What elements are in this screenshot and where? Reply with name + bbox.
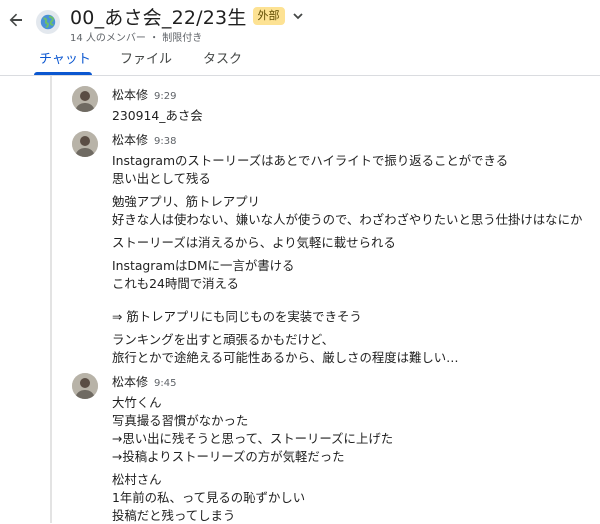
space-title: 00_あさ会_22/23生 bbox=[70, 6, 247, 29]
globe-icon bbox=[36, 10, 60, 34]
tab-tasks[interactable]: タスク bbox=[203, 48, 242, 67]
message-text: これも24時間で消える bbox=[112, 276, 239, 291]
message-text: 旅行とかで途絶える可能性あるから、厳しさの程度は難しい… bbox=[112, 350, 459, 365]
tab-chat[interactable]: チャット bbox=[39, 48, 91, 67]
message-text: 松村さん bbox=[112, 472, 162, 487]
tab-bar: チャット ファイル タスク bbox=[0, 44, 600, 76]
message-time: 9:29 bbox=[154, 91, 177, 102]
message-text: →投稿よりストーリーズの方が気軽だった bbox=[112, 449, 345, 464]
external-badge: 外部 bbox=[252, 7, 285, 25]
chevron-down-icon[interactable] bbox=[291, 9, 305, 23]
avatar[interactable] bbox=[72, 86, 98, 112]
message-text: Instagramのストーリーズはあとでハイライトで振り返ることができる bbox=[112, 153, 509, 168]
message-text: 1年前の私、って見るの恥ずかしい bbox=[112, 490, 306, 505]
tab-files[interactable]: ファイル bbox=[120, 48, 172, 67]
message-text: 思い出として残る bbox=[112, 171, 211, 186]
avatar[interactable] bbox=[72, 131, 98, 157]
message-text: ランキングを出すと頑張るかもだけど、 bbox=[112, 332, 335, 347]
member-count: 14 人のメンバー ・ 制限付き bbox=[70, 33, 203, 44]
avatar[interactable] bbox=[72, 373, 98, 399]
message-time: 9:45 bbox=[154, 378, 177, 389]
message-text: 大竹くん bbox=[112, 395, 162, 410]
active-tab-indicator bbox=[34, 72, 92, 75]
message-text: InstagramはDMに一言が書ける bbox=[112, 258, 295, 273]
message-text: →思い出に残そうと思って、ストーリーズに上げた bbox=[112, 431, 394, 446]
message-text: 230914_あさ会 bbox=[112, 108, 203, 123]
message-text: 勉強アプリ、筋トレアプリ bbox=[112, 194, 260, 209]
thread-line bbox=[50, 76, 52, 523]
chat-header: 00_あさ会_22/23生 外部 14 人のメンバー ・ 制限付き チャット フ… bbox=[0, 0, 600, 76]
message-text: ストーリーズは消えるから、より気軽に載せられる bbox=[112, 235, 396, 250]
message-text: 好きな人は使わない、嫌いな人が使うので、わざわざやりたいと思う仕掛けはなにか bbox=[112, 212, 583, 227]
back-arrow-icon[interactable] bbox=[4, 8, 28, 32]
sender-name: 松本修 bbox=[112, 133, 149, 147]
sender-name: 松本修 bbox=[112, 88, 149, 102]
message-time: 9:38 bbox=[154, 136, 177, 147]
message-text: 投稿だと残ってしまう bbox=[112, 508, 236, 523]
message-text: ⇒ 筋トレアプリにも同じものを実装できそう bbox=[112, 309, 362, 324]
message-text: 写真撮る習慣がなかった bbox=[112, 413, 249, 428]
sender-name: 松本修 bbox=[112, 375, 149, 389]
